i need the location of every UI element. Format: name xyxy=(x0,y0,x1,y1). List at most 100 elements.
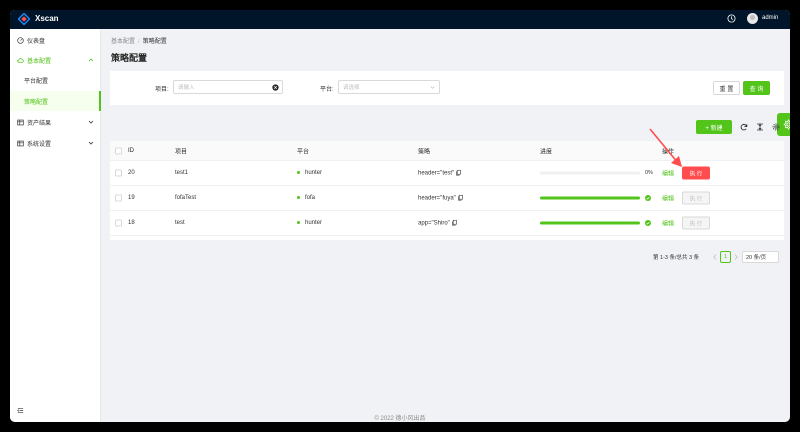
status-dot xyxy=(297,170,300,174)
copy-icon[interactable] xyxy=(451,219,457,226)
platform-name: hunter xyxy=(305,170,323,176)
help-icon[interactable] xyxy=(727,14,736,23)
check-circle-icon xyxy=(645,220,651,226)
edit-link[interactable]: 编辑 xyxy=(662,194,674,203)
breadcrumb-parent[interactable]: 基本配置 xyxy=(111,39,135,45)
execute-button[interactable]: 执 行 xyxy=(682,216,710,230)
table-icon xyxy=(17,140,24,146)
sidebar-item-dashboard[interactable]: 仪表盘 xyxy=(10,30,101,50)
username[interactable]: admin xyxy=(762,15,778,21)
project-label: 项目: xyxy=(155,87,169,93)
sidebar-item-label: 基本配置 xyxy=(27,58,52,65)
dashboard-icon xyxy=(17,36,24,44)
breadcrumb: 基本配置 / 策略配置 xyxy=(111,36,167,45)
cell-policy: app="Shiro" xyxy=(418,219,457,227)
column-height-icon[interactable] xyxy=(756,123,764,131)
edit-link[interactable]: 编辑 xyxy=(662,169,674,178)
prev-page-icon[interactable] xyxy=(711,251,719,263)
sidebar-item-label: 系统设置 xyxy=(27,141,52,148)
avatar[interactable] xyxy=(747,13,758,24)
platform-name: fofa xyxy=(305,195,316,201)
page-size-label: 20 条/页 xyxy=(746,255,767,261)
column-header-platform: 平台 xyxy=(297,149,310,155)
cell-platform: fofa xyxy=(297,195,315,201)
setting-icon[interactable] xyxy=(772,123,780,131)
policy-table: ID 项目 平台 策略 进度 操作 20 test1 hunter header… xyxy=(110,141,784,240)
pagination-summary: 第 1-3 条/总共 3 条 xyxy=(653,255,700,261)
column-header-id: ID xyxy=(128,147,134,154)
row-checkbox[interactable] xyxy=(115,194,122,202)
cell-id: 20 xyxy=(128,170,135,176)
new-button[interactable]: + 新建 xyxy=(696,120,732,134)
sidebar-item-label: 策略配置 xyxy=(24,99,49,106)
cell-id: 19 xyxy=(128,195,135,201)
cloud-icon xyxy=(17,57,24,63)
page-number[interactable]: 1 xyxy=(720,251,731,263)
table-header: ID 项目 平台 策略 进度 操作 xyxy=(110,141,784,161)
cell-platform: hunter xyxy=(297,170,322,176)
copy-icon[interactable] xyxy=(456,169,461,176)
status-dot xyxy=(297,195,300,199)
select-all-checkbox[interactable] xyxy=(115,147,122,154)
progress-text: 0% xyxy=(645,170,653,176)
breadcrumb-separator: / xyxy=(138,39,140,45)
query-button[interactable]: 查 询 xyxy=(743,81,770,95)
edit-link[interactable]: 编辑 xyxy=(662,219,674,228)
next-page-icon[interactable] xyxy=(732,251,740,263)
progress-fill xyxy=(540,196,640,200)
policy-text: header="fuya" xyxy=(418,195,456,202)
close-circle-icon[interactable] xyxy=(272,84,279,91)
chevron-down-icon xyxy=(88,141,94,145)
table-row: 19 fofaTest fofa header="fuya" 编辑 执 行 xyxy=(110,186,784,211)
column-header-progress: 进度 xyxy=(540,149,553,155)
sidebar-item-label: 平台配置 xyxy=(24,78,49,85)
execute-button[interactable]: 执 行 xyxy=(682,191,710,205)
status-dot xyxy=(297,220,300,224)
sidebar: 仪表盘 基本配置 平台配置 策略配置 资产结果 系统设置 xyxy=(10,29,101,422)
column-header-actions: 操作 xyxy=(662,149,675,155)
policy-text: header="test" xyxy=(418,170,455,177)
project-placeholder: 请输入 xyxy=(178,85,195,91)
cell-policy: header="test" xyxy=(418,169,461,177)
reload-icon[interactable] xyxy=(740,123,748,131)
cell-platform: hunter xyxy=(297,220,322,226)
project-input[interactable]: 请输入 xyxy=(173,80,283,94)
breadcrumb-current: 策略配置 xyxy=(142,39,167,45)
policy-text: app="Shiro" xyxy=(418,220,450,227)
progress-bar xyxy=(540,221,640,225)
chevron-down-icon xyxy=(430,86,435,89)
platform-label: 平台: xyxy=(320,87,334,93)
progress-bar xyxy=(540,171,640,175)
top-bar: Xscan admin xyxy=(10,10,790,29)
platform-select[interactable]: 请选择 xyxy=(338,80,440,94)
logo-icon xyxy=(18,13,30,25)
check-circle-icon xyxy=(645,195,651,201)
chevron-up-icon xyxy=(88,58,94,62)
execute-button[interactable]: 执 行 xyxy=(682,166,710,180)
footer: © 2022 德小风出品 xyxy=(374,416,426,422)
sidebar-item-basic-config[interactable]: 基本配置 xyxy=(10,50,101,70)
sidebar-item-policy-config[interactable]: 策略配置 xyxy=(10,91,101,111)
table-row: 18 test hunter app="Shiro" 编辑 执 行 xyxy=(110,211,784,236)
row-checkbox[interactable] xyxy=(115,219,122,227)
app-title: Xscan xyxy=(35,14,59,23)
cell-project: test xyxy=(175,220,185,226)
sidebar-item-platform-config[interactable]: 平台配置 xyxy=(10,70,101,90)
table-icon xyxy=(17,119,24,125)
progress-fill xyxy=(540,221,640,225)
sidebar-item-label: 仪表盘 xyxy=(27,38,46,45)
sidebar-item-label: 资产结果 xyxy=(27,120,52,127)
platform-name: hunter xyxy=(305,220,323,226)
copy-icon[interactable] xyxy=(457,194,463,201)
chevron-down-icon xyxy=(88,120,94,124)
sidebar-item-system-settings[interactable]: 系统设置 xyxy=(10,133,101,153)
column-header-policy: 策略 xyxy=(418,149,431,155)
cell-id: 18 xyxy=(128,220,135,226)
page-title: 策略配置 xyxy=(111,53,148,63)
reset-button[interactable]: 重 置 xyxy=(713,81,740,95)
row-checkbox[interactable] xyxy=(115,169,122,177)
sidebar-item-asset-results[interactable]: 资产结果 xyxy=(10,112,101,132)
cell-project: fofaTest xyxy=(175,195,197,201)
page-size-select[interactable]: 20 条/页 xyxy=(742,251,779,263)
cell-policy: header="fuya" xyxy=(418,194,463,202)
